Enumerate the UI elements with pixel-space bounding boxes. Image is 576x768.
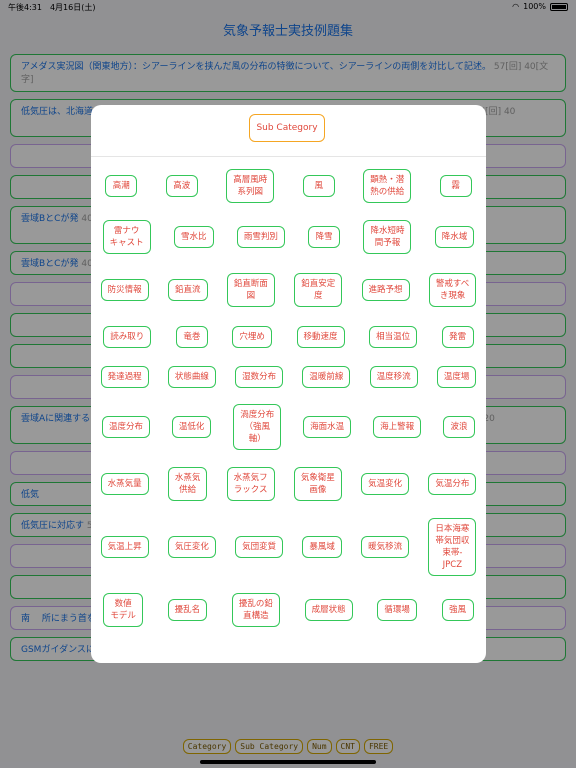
subcategory-chip[interactable]: 海面水温 [303,416,352,438]
subcategory-chip[interactable]: 日本海寒 帯気団収 束帯- JPCZ [428,518,477,576]
subcategory-chip[interactable]: 相当温位 [369,326,418,348]
subcategory-chip[interactable]: 気温上昇 [100,536,149,558]
chip-row: 防災情報 鉛直流 鉛直断面 図鉛直安定 度進路予想 警戒すべ き現象 [91,267,486,313]
subcategory-chip[interactable]: 穴埋め [232,326,272,348]
subcategory-chip[interactable]: 温度移流 [369,366,418,388]
subcategory-chip[interactable]: 強風 [441,599,474,621]
subcategory-chip[interactable]: 気温分布 [428,473,477,495]
subcategory-chip[interactable]: 降水短時 間予報 [363,220,412,254]
subcategory-chip[interactable]: 雷ナウ キャスト [102,220,151,254]
chip-row: 高潮 高波 高層風時 系列図 風 顕熱・潜 熱の供給 霧 [91,165,486,207]
subcategory-chip[interactable]: 水蒸気 供給 [167,467,208,501]
subcategory-chip[interactable]: 発達過程 [100,366,149,388]
chip-row: 読み取り 竜巻 穴埋め 移動速度 相当温位 発雷 [91,321,486,353]
subcategory-chip[interactable]: 温低化 [171,416,212,438]
subcategory-chip[interactable]: 成層状態 [304,599,353,621]
chip-row: 数値 モデル 擾乱名 擾乱の鉛 直構造 成層状態 循環場 強風 [91,587,486,633]
chip-row: 気温上昇 気圧変化 気団変質 暴風域 暖気移流 日本海寒 帯気団収 束帯- JPCZ [91,515,486,579]
subcategory-chip[interactable]: 数値 モデル [103,593,143,627]
subcategory-chip[interactable]: 竜巻 [175,326,208,348]
subcategory-chip[interactable]: 風 [302,175,335,197]
subcategory-chip[interactable]: 暴風域 [302,536,342,558]
subcategory-chip[interactable]: 降水域 [434,226,475,248]
subcategory-chip[interactable]: 温暖前線 [302,366,351,388]
subcategory-chip[interactable]: 鉛直断面 図 [226,273,275,307]
subcategory-chip[interactable]: 読み取り [103,326,152,348]
subcategory-chip[interactable]: 擾乱名 [167,599,208,621]
subcategory-chip[interactable]: 雨雪判別 [236,226,285,248]
subcategory-chip[interactable]: 海上警報 [373,416,422,438]
subcategory-chip[interactable]: 移動速度 [296,326,345,348]
subcategory-chip[interactable]: 鉛直流 [168,279,208,301]
subcategory-chip[interactable]: 循環場 [377,599,417,621]
subcategory-chip[interactable]: 高波 [165,175,198,197]
subcategory-chip[interactable]: 雪水比 [173,226,214,248]
chip-row: 温度分布 温低化 渦度分布 （強風 軸） 海面水温 海上警報 波浪 [91,401,486,453]
subcategory-chip[interactable]: 顕熱・潜 熱の供給 [363,169,412,203]
subcategory-chip[interactable]: 発雷 [441,326,474,348]
subcategory-chip[interactable]: 渦度分布 （強風 軸） [233,404,282,450]
subcategory-chip[interactable]: 防災情報 [100,279,149,301]
subcategory-chip[interactable]: 波浪 [442,416,475,438]
subcategory-chip[interactable]: 鉛直安定 度 [294,273,343,307]
subcategory-chip[interactable]: 気温変化 [361,473,410,495]
subcategory-chip[interactable]: 擾乱の鉛 直構造 [231,593,280,627]
subcategory-chip[interactable]: 湿数分布 [235,366,284,388]
subcategory-chip[interactable]: 高層風時 系列図 [226,169,275,203]
subcategory-chip[interactable]: 状態曲線 [167,366,216,388]
subcategory-chip[interactable]: 暖気移流 [361,536,410,558]
chip-row: 発達過程 状態曲線 湿数分布 温暖前線 温度移流 温度場 [91,361,486,393]
chip-row: 水蒸気量 水蒸気 供給 水蒸気フ ラックス 気象衛星 画像 気温変化 気温分布 [91,461,486,507]
subcategory-chip[interactable]: 温度分布 [101,416,150,438]
subcategory-modal: Sub Category 高潮 高波 高層風時 系列図 風 顕熱・潜 熱の供給 霧雷ナウ … [91,105,486,663]
modal-divider [91,156,486,157]
subcategory-chip[interactable]: 霧 [439,175,472,197]
subcategory-chip[interactable]: 気圧変化 [167,536,216,558]
subcategory-chip[interactable]: 降雪 [308,226,341,248]
subcategory-grid: 高潮 高波 高層風時 系列図 風 顕熱・潜 熱の供給 霧雷ナウ キャスト 雪水比 雨雪判別 降雪… [91,165,486,641]
chip-row: 雷ナウ キャスト 雪水比 雨雪判別 降雪 降水短時 間予報 降水域 [91,215,486,259]
subcategory-chip[interactable]: 温度場 [436,366,477,388]
subcategory-chip[interactable]: 警戒すべ き現象 [428,273,477,307]
subcategory-chip[interactable]: 気象衛星 画像 [293,467,342,501]
subcategory-chip[interactable]: 高潮 [105,175,138,197]
subcategory-header-button[interactable]: Sub Category [249,114,325,142]
subcategory-chip[interactable]: 気団変質 [235,536,284,558]
subcategory-chip[interactable]: 水蒸気フ ラックス [226,467,275,501]
subcategory-chip[interactable]: 水蒸気量 [100,473,149,495]
subcategory-chip[interactable]: 進路予想 [361,279,410,301]
